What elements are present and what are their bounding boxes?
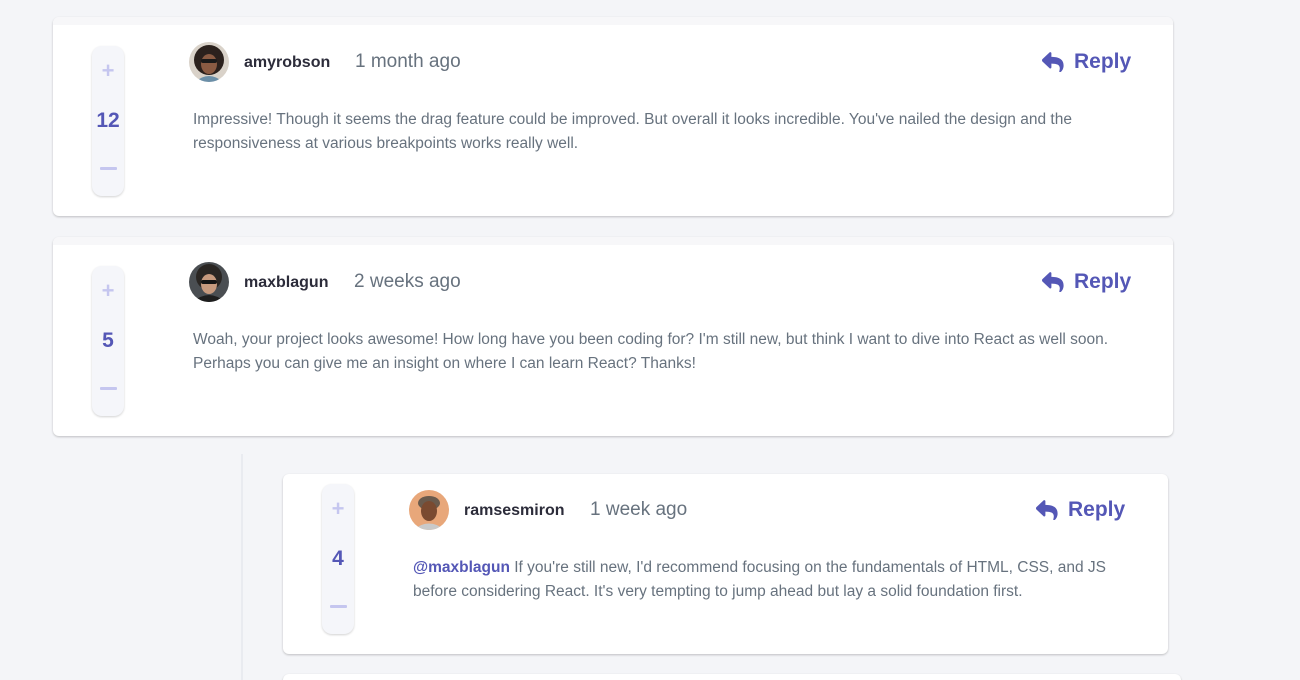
reply-button[interactable]: Reply [1042,50,1131,74]
downvote-button[interactable] [92,156,124,182]
card-top-band [53,17,1173,25]
comment-body: Impressive! Though it seems the drag fea… [193,111,1072,152]
vote-control: + 5 [92,266,124,416]
comment-score: 12 [96,109,120,132]
reply-arrow-icon [1042,52,1064,72]
avatar [409,490,449,530]
vote-control: + 4 [322,484,354,634]
reply-text: If you're still new, I'd recommend focus… [413,559,1107,600]
comment-username[interactable]: maxblagun [244,274,328,292]
downvote-button[interactable] [92,376,124,402]
avatar-maxblagun-image [189,262,229,302]
reply-arrow-icon [1042,272,1064,292]
card-top-band [53,237,1173,245]
comment-score: 4 [332,547,344,570]
mention-link[interactable]: @maxblagun [413,559,510,576]
comment-body: Woah, your project looks awesome! How lo… [193,331,1109,372]
avatar-ramsesmiron-image [409,490,449,530]
upvote-button[interactable]: + [92,278,124,304]
upvote-button[interactable]: + [322,496,354,522]
reply-card: + 4 ramsesmiron 1 week ago Reply @maxbla… [283,474,1168,654]
comment-card: + 12 amyrobson 1 month ago Reply Impress… [53,17,1173,216]
downvote-button[interactable] [322,594,354,620]
reply-label: Reply [1074,50,1132,73]
comment-timestamp: 2 weeks ago [354,271,461,292]
avatar [189,42,229,82]
avatar-amyrobson-image [189,42,229,82]
reply-label: Reply [1068,498,1126,521]
reply-arrow-icon [1036,500,1058,520]
comment-username[interactable]: ramsesmiron [464,502,565,520]
upvote-button[interactable]: + [92,58,124,84]
comment-username[interactable]: amyrobson [244,54,330,72]
reply-button[interactable]: Reply [1036,498,1125,522]
comment-card: + 5 maxblagun 2 weeks ago Reply Woah, yo… [53,237,1173,436]
reply-body: @maxblagun If you're still new, I'd reco… [413,556,1153,604]
vote-control: + 12 [92,46,124,196]
reply-label: Reply [1074,270,1132,293]
reply-button[interactable]: Reply [1042,270,1131,294]
reply-thread-line [241,454,243,680]
comment-timestamp: 1 week ago [590,499,688,520]
reply-card [283,674,1181,680]
comment-timestamp: 1 month ago [355,51,461,72]
avatar [189,262,229,302]
comment-score: 5 [102,329,114,352]
